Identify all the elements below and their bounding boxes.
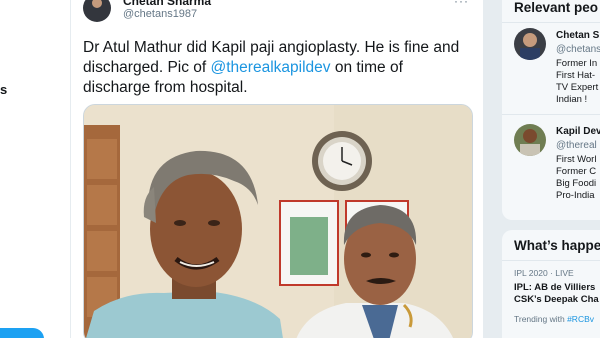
mention-link[interactable]: @therealkapildev xyxy=(211,59,331,76)
avatar[interactable] xyxy=(514,124,546,156)
person-photo-image xyxy=(520,129,540,156)
relevant-people-panel: Relevant peo Chetan S @chetans Former In… xyxy=(502,0,600,220)
trending-with-label: Trending with xyxy=(514,314,568,324)
avatar[interactable] xyxy=(83,0,111,22)
tweet-photo[interactable] xyxy=(83,104,473,338)
divider xyxy=(502,114,600,115)
left-nav: s xyxy=(0,0,70,338)
person-name[interactable]: Kapil Dev xyxy=(556,126,600,137)
nav-item-fragment[interactable]: s xyxy=(0,82,7,97)
person-bio-line: Former C xyxy=(556,166,597,177)
person-bio-line: Former In xyxy=(556,58,598,69)
tweet-text: Dr Atul Mathur did Kapil paji angioplast… xyxy=(83,38,473,98)
person-photo-image xyxy=(520,33,540,60)
tweet-button[interactable] xyxy=(0,328,44,338)
right-sidebar: Relevant peo Chetan S @chetans Former In… xyxy=(502,0,600,338)
person-bio-line: First Hat- xyxy=(556,70,596,81)
relevant-people-title: Relevant peo xyxy=(514,0,599,15)
person-bio-line: First Worl xyxy=(556,154,597,165)
tweet-author-handle[interactable]: @chetans1987 xyxy=(123,8,197,20)
divider xyxy=(502,260,600,261)
person-bio-line: Big Foodi xyxy=(556,178,597,189)
avatar[interactable] xyxy=(514,28,546,60)
trend-title-line[interactable]: CSK’s Deepak Cha xyxy=(514,294,599,306)
person-bio-line: TV Expert xyxy=(556,82,599,93)
trending-hashtag-link[interactable]: #RCBv xyxy=(567,314,594,324)
tweet-detail: Chetan Sharma @chetans1987 ··· Dr Atul M… xyxy=(70,0,484,338)
trending-with: Trending with #RCBv xyxy=(514,314,594,324)
person-bio-line: Indian ! xyxy=(556,94,588,105)
person-bio-line: Pro-India xyxy=(556,190,595,201)
whats-happening-panel: What’s happe IPL 2020 · LIVE IPL: AB de … xyxy=(502,230,600,338)
hospital-photo-image xyxy=(84,105,472,338)
more-options-icon[interactable]: ··· xyxy=(454,0,469,8)
person-handle[interactable]: @chetans xyxy=(556,44,600,55)
tweet-author-name[interactable]: Chetan Sharma xyxy=(123,0,211,8)
trend-meta: IPL 2020 · LIVE xyxy=(514,268,574,278)
person-name[interactable]: Chetan S xyxy=(556,30,599,41)
person-handle[interactable]: @thereal xyxy=(556,140,597,151)
whats-happening-title: What’s happe xyxy=(514,238,600,253)
trend-title-line[interactable]: IPL: AB de Villiers xyxy=(514,282,595,294)
divider xyxy=(502,22,600,23)
